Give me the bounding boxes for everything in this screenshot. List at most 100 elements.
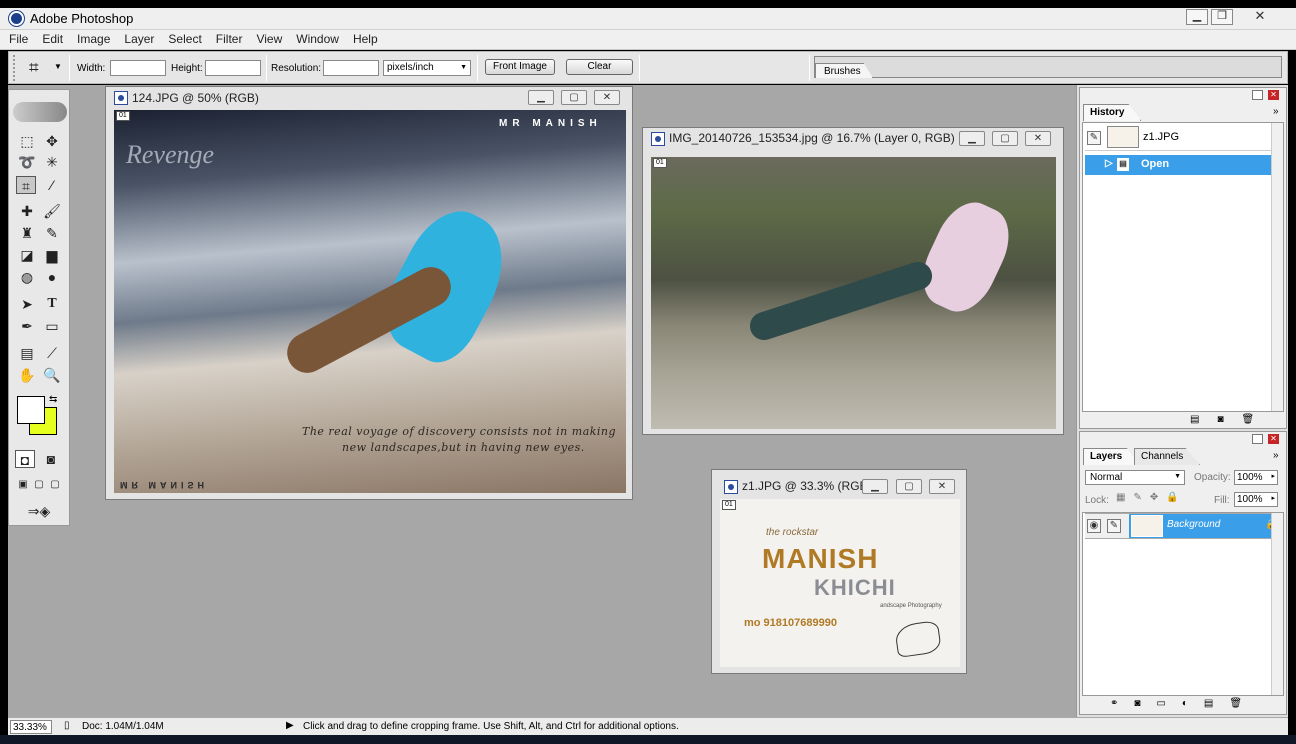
palette-menu-icon[interactable]: » <box>1273 450 1279 461</box>
history-snapshot[interactable]: ✎ z1.JPG <box>1085 125 1277 151</box>
doc-maximize-button[interactable]: ▢ <box>896 479 922 494</box>
lock-icons[interactable]: ▦✎✥🔒 <box>1116 492 1187 503</box>
palette-close-icon[interactable]: ✕ <box>1268 90 1279 100</box>
doc-maximize-button[interactable]: ▢ <box>992 131 1018 146</box>
minimize-button[interactable]: ▁ <box>1186 9 1208 25</box>
palette-minimize-icon[interactable] <box>1252 90 1263 100</box>
palette-close-icon[interactable]: ✕ <box>1268 434 1279 444</box>
history-scrollbar[interactable] <box>1271 123 1283 411</box>
document-title-bar[interactable]: 124.JPG @ 50% (RGB) ▁ ▢ ✕ <box>106 87 632 109</box>
marquee-icon[interactable]: ⬚ <box>17 132 37 150</box>
swap-colors-icon[interactable]: ⇆ <box>49 394 57 405</box>
zoom-level-field[interactable]: 33.33% <box>10 720 52 734</box>
eyedropper-icon[interactable]: ⟋ <box>42 344 62 362</box>
healing-brush-icon[interactable]: ✚ <box>17 202 37 220</box>
zoom-icon[interactable]: 🔍 <box>42 366 62 384</box>
snapshot-thumbnail <box>1107 126 1139 148</box>
history-footer-icons[interactable]: ▤◙🗑 <box>1190 414 1272 425</box>
app-title: Adobe Photoshop <box>30 11 134 26</box>
blend-mode-select[interactable]: Normal ▼ <box>1085 470 1185 485</box>
layers-tab[interactable]: Layers <box>1083 448 1140 465</box>
height-input[interactable] <box>205 60 261 76</box>
photoshop-eye-logo-icon[interactable] <box>13 102 67 122</box>
image-canvas[interactable]: 01 MR MANISH Revenge The real voyage of … <box>114 110 626 493</box>
history-tab[interactable]: History <box>1083 104 1142 121</box>
brushes-tab[interactable]: Brushes <box>815 63 873 78</box>
image-canvas[interactable]: 01 <box>651 157 1056 429</box>
doc-close-button[interactable]: ✕ <box>1025 131 1051 146</box>
channels-tab[interactable]: Channels <box>1134 448 1201 465</box>
shape-icon[interactable]: ▭ <box>42 317 62 335</box>
preset-dropdown-arrow-icon[interactable]: ▼ <box>54 62 62 71</box>
menu-file[interactable]: File <box>0 30 35 49</box>
document-window-124[interactable]: 124.JPG @ 50% (RGB) ▁ ▢ ✕ 01 MR MANISH R… <box>105 86 633 500</box>
fill-input[interactable]: 100% ▸ <box>1234 492 1278 507</box>
clear-button[interactable]: Clear <box>566 59 633 75</box>
slice-number-badge: 01 <box>116 111 130 121</box>
layers-scrollbar[interactable] <box>1271 513 1283 695</box>
slice-icon[interactable]: ⁄ <box>42 176 62 194</box>
notes-icon[interactable]: ▤ <box>17 344 37 362</box>
menu-window[interactable]: Window <box>289 30 346 49</box>
palette-minimize-icon[interactable] <box>1252 434 1263 444</box>
hand-icon[interactable]: ✋ <box>17 366 37 384</box>
restore-button[interactable]: ❐ <box>1211 9 1233 25</box>
grip-handle[interactable] <box>13 55 19 81</box>
menu-help[interactable]: Help <box>346 30 385 49</box>
brush-icon[interactable]: 🖌 <box>42 202 62 220</box>
foreground-color-swatch[interactable] <box>17 396 45 424</box>
doc-minimize-button[interactable]: ▁ <box>528 90 554 105</box>
jump-to-imageready-icon[interactable]: ⇒◈ <box>15 502 63 520</box>
crop-tool-preset-icon[interactable]: ⌗ <box>29 58 39 78</box>
doc-maximize-button[interactable]: ▢ <box>561 90 587 105</box>
layers-footer-icons[interactable]: ⚭◙▭◐▤🗑 <box>1110 698 1258 709</box>
document-icon <box>724 480 738 494</box>
dodge-icon[interactable]: ● <box>42 268 62 286</box>
menu-image[interactable]: Image <box>70 30 117 49</box>
screen-mode-full-icon[interactable]: ▢ <box>45 476 65 494</box>
pen-icon[interactable]: ✒ <box>17 317 37 335</box>
menu-edit[interactable]: Edit <box>35 30 70 49</box>
document-window-img-20140726[interactable]: IMG_20140726_153534.jpg @ 16.7% (Layer 0… <box>642 127 1064 435</box>
image-canvas[interactable]: 01 the rockstar MANISH KHICHI andscape P… <box>720 499 960 667</box>
doc-minimize-button[interactable]: ▁ <box>959 131 985 146</box>
history-brush-source-icon[interactable]: ✎ <box>1087 131 1101 145</box>
palette-menu-icon[interactable]: » <box>1273 106 1279 117</box>
width-input[interactable] <box>110 60 166 76</box>
path-select-icon[interactable]: ➤ <box>17 295 37 313</box>
standard-mode-icon[interactable]: ◘ <box>15 450 35 468</box>
menu-layer[interactable]: Layer <box>117 30 161 49</box>
resolution-units-select[interactable]: pixels/inch ▼ <box>383 60 471 76</box>
history-brush-icon[interactable]: ✎ <box>42 224 62 242</box>
gradient-icon[interactable]: ▆ <box>42 246 62 264</box>
clone-stamp-icon[interactable]: ♜ <box>17 224 37 242</box>
move-icon[interactable]: ✥ <box>42 132 62 150</box>
crop-icon[interactable]: ⌗ <box>16 176 36 194</box>
status-menu-arrow-icon[interactable]: ▶ <box>286 720 294 731</box>
menu-filter[interactable]: Filter <box>209 30 250 49</box>
resolution-input[interactable] <box>323 60 379 76</box>
doc-close-button[interactable]: ✕ <box>594 90 620 105</box>
close-button[interactable]: ✕ <box>1249 9 1271 25</box>
magic-wand-icon[interactable]: ✳ <box>42 153 62 171</box>
mobile-number-text: mo 918107689990 <box>744 617 837 629</box>
document-title-bar[interactable]: IMG_20140726_153534.jpg @ 16.7% (Layer 0… <box>643 128 1063 148</box>
history-step-open[interactable]: ▷ ▤ Open <box>1085 155 1277 175</box>
quick-mask-icon[interactable]: ◙ <box>41 450 61 468</box>
eraser-icon[interactable]: ◪ <box>17 246 37 264</box>
menu-view[interactable]: View <box>249 30 289 49</box>
chevron-right-icon: ▸ <box>1271 495 1275 502</box>
lasso-icon[interactable]: ➰ <box>17 153 37 171</box>
type-icon[interactable]: T <box>42 295 62 313</box>
document-window-z1[interactable]: z1.JPG @ 33.3% (RGB) ▁ ▢ ✕ 01 the rockst… <box>711 469 967 674</box>
eye-visibility-icon[interactable]: ◉ <box>1087 519 1101 533</box>
front-image-button[interactable]: Front Image <box>485 59 555 75</box>
blur-icon[interactable]: ◍ <box>17 268 37 286</box>
opacity-input[interactable]: 100% ▸ <box>1234 470 1278 485</box>
doc-minimize-button[interactable]: ▁ <box>862 479 888 494</box>
layer-brush-icon[interactable]: ✎ <box>1107 519 1121 533</box>
doc-close-button[interactable]: ✕ <box>929 479 955 494</box>
document-title-bar[interactable]: z1.JPG @ 33.3% (RGB) ▁ ▢ ✕ <box>712 470 966 502</box>
layer-row-background[interactable]: ◉ ✎ Background 🔒 <box>1085 513 1277 539</box>
menu-select[interactable]: Select <box>161 30 208 49</box>
